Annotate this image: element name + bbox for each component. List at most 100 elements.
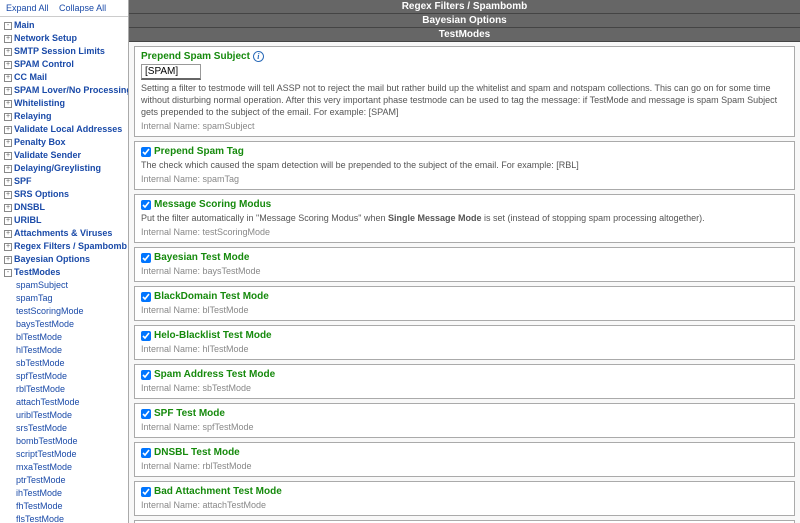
section-spf: SPF Test Mode Internal Name: spfTestMode <box>134 403 795 438</box>
nav-item[interactable]: Validate Sender <box>14 150 81 160</box>
nav-sub-item[interactable]: uriblTestMode <box>16 410 72 420</box>
plus-icon[interactable]: + <box>4 139 12 147</box>
plus-icon[interactable]: + <box>4 243 12 251</box>
nav-item[interactable]: Relaying <box>14 111 52 121</box>
plus-icon[interactable]: + <box>4 87 12 95</box>
blackdomain-checkbox[interactable] <box>141 292 151 302</box>
nav-sub-item[interactable]: srsTestMode <box>16 423 67 433</box>
section-desc: Put the filter automatically in "Message… <box>141 212 788 224</box>
nav-item[interactable]: SPF <box>14 176 32 186</box>
nav-item[interactable]: Penalty Box <box>14 137 66 147</box>
bayesian-checkbox[interactable] <box>141 253 151 263</box>
section-bayesian: Bayesian Test Mode Internal Name: baysTe… <box>134 247 795 282</box>
nav-sub-item[interactable]: spamTag <box>16 293 53 303</box>
plus-icon[interactable]: + <box>4 113 12 121</box>
nav-item[interactable]: Validate Local Addresses <box>14 124 122 134</box>
plus-icon[interactable]: + <box>4 217 12 225</box>
nav-item[interactable]: Attachments & Viruses <box>14 228 112 238</box>
nav-sub-item[interactable]: scriptTestMode <box>16 449 77 459</box>
plus-icon[interactable]: + <box>4 48 12 56</box>
nav-item[interactable]: Delaying/Greylisting <box>14 163 101 173</box>
section-title: SPF Test Mode <box>154 408 225 419</box>
nav-item[interactable]: Network Setup <box>14 33 77 43</box>
section-spam-address: Spam Address Test Mode Internal Name: sb… <box>134 364 795 399</box>
helo-blacklist-checkbox[interactable] <box>141 331 151 341</box>
nav-sub-item[interactable]: mxaTestMode <box>16 462 72 472</box>
nav-sub-item[interactable]: spamSubject <box>16 280 68 290</box>
spam-address-checkbox[interactable] <box>141 370 151 380</box>
section-bad-attachment: Bad Attachment Test Mode Internal Name: … <box>134 481 795 516</box>
internal-name: Internal Name: testScoringMode <box>141 227 788 237</box>
plus-icon[interactable]: + <box>4 35 12 43</box>
nav-sub-item[interactable]: flsTestMode <box>16 514 64 523</box>
header-bar[interactable]: Regex Filters / Spambomb <box>129 0 800 14</box>
nav-sub-item[interactable]: hlTestMode <box>16 345 62 355</box>
plus-icon[interactable]: + <box>4 61 12 69</box>
plus-icon[interactable]: + <box>4 230 12 238</box>
spam-subject-input[interactable] <box>141 64 201 80</box>
minus-icon[interactable]: - <box>4 22 12 30</box>
section-title: Spam Address Test Mode <box>154 369 275 380</box>
section-title: Bayesian Test Mode <box>154 252 249 263</box>
info-icon[interactable]: i <box>253 51 264 62</box>
plus-icon[interactable]: + <box>4 256 12 264</box>
nav-sub-item[interactable]: bombTestMode <box>16 436 78 446</box>
nav-sub-item[interactable]: blTestMode <box>16 332 62 342</box>
section-dnsbl: DNSBL Test Mode Internal Name: rblTestMo… <box>134 442 795 477</box>
plus-icon[interactable]: + <box>4 165 12 173</box>
plus-icon[interactable]: + <box>4 204 12 212</box>
scoring-modus-checkbox[interactable] <box>141 200 151 210</box>
spf-checkbox[interactable] <box>141 409 151 419</box>
header-bar[interactable]: Bayesian Options <box>129 14 800 28</box>
plus-icon[interactable]: + <box>4 74 12 82</box>
section-title: Message Scoring Modus <box>154 199 271 210</box>
nav-tree: -Main +Network Setup+SMTP Session Limits… <box>0 17 128 523</box>
nav-main[interactable]: Main <box>14 20 35 30</box>
nav-item[interactable]: Bayesian Options <box>14 254 90 264</box>
nav-sub-item[interactable]: baysTestMode <box>16 319 74 329</box>
plus-icon[interactable]: + <box>4 126 12 134</box>
dnsbl-checkbox[interactable] <box>141 448 151 458</box>
plus-icon[interactable]: + <box>4 100 12 108</box>
sidebar: Expand All Collapse All -Main +Network S… <box>0 0 129 523</box>
section-title: DNSBL Test Mode <box>154 447 240 458</box>
sidebar-controls: Expand All Collapse All <box>0 0 128 17</box>
internal-name: Internal Name: rblTestMode <box>141 461 788 471</box>
header-bar[interactable]: TestModes <box>129 28 800 42</box>
collapse-all-link[interactable]: Collapse All <box>59 3 106 13</box>
internal-name: Internal Name: spfTestMode <box>141 422 788 432</box>
nav-item[interactable]: DNSBL <box>14 202 45 212</box>
nav-sub-item[interactable]: ihTestMode <box>16 488 62 498</box>
internal-name: Internal Name: hlTestMode <box>141 344 788 354</box>
internal-name: Internal Name: spamTag <box>141 174 788 184</box>
nav-item[interactable]: SMTP Session Limits <box>14 46 105 56</box>
nav-item[interactable]: Whitelisting <box>14 98 65 108</box>
internal-name: Internal Name: baysTestMode <box>141 266 788 276</box>
nav-sub-item[interactable]: ptrTestMode <box>16 475 66 485</box>
nav-item[interactable]: CC Mail <box>14 72 47 82</box>
nav-sub-item[interactable]: testScoringMode <box>16 306 84 316</box>
nav-sub-item[interactable]: attachTestMode <box>16 397 80 407</box>
nav-sub-item[interactable]: rblTestMode <box>16 384 65 394</box>
nav-item[interactable]: SRS Options <box>14 189 69 199</box>
plus-icon[interactable]: + <box>4 191 12 199</box>
minus-icon[interactable]: - <box>4 269 12 277</box>
nav-item[interactable]: SPAM Control <box>14 59 74 69</box>
plus-icon[interactable]: + <box>4 152 12 160</box>
nav-sub-item[interactable]: fhTestMode <box>16 501 63 511</box>
expand-all-link[interactable]: Expand All <box>6 3 49 13</box>
internal-name: Internal Name: spamSubject <box>141 121 788 131</box>
spam-tag-checkbox[interactable] <box>141 147 151 157</box>
nav-sub-item[interactable]: spfTestMode <box>16 371 67 381</box>
plus-icon[interactable]: + <box>4 178 12 186</box>
bad-attachment-checkbox[interactable] <box>141 487 151 497</box>
section-title: Prepend Spam Subject <box>141 51 250 62</box>
nav-testmodes[interactable]: TestModes <box>14 267 60 277</box>
nav-item[interactable]: Regex Filters / Spambomb <box>14 241 127 251</box>
nav-item[interactable]: URIBL <box>14 215 42 225</box>
section-desc: The check which caused the spam detectio… <box>141 159 788 171</box>
nav-sub-item[interactable]: sbTestMode <box>16 358 65 368</box>
section-blackdomain: BlackDomain Test Mode Internal Name: blT… <box>134 286 795 321</box>
section-spam-subject: Prepend Spam Subject i Setting a filter … <box>134 46 795 137</box>
nav-item[interactable]: SPAM Lover/No Processing <box>14 85 129 95</box>
